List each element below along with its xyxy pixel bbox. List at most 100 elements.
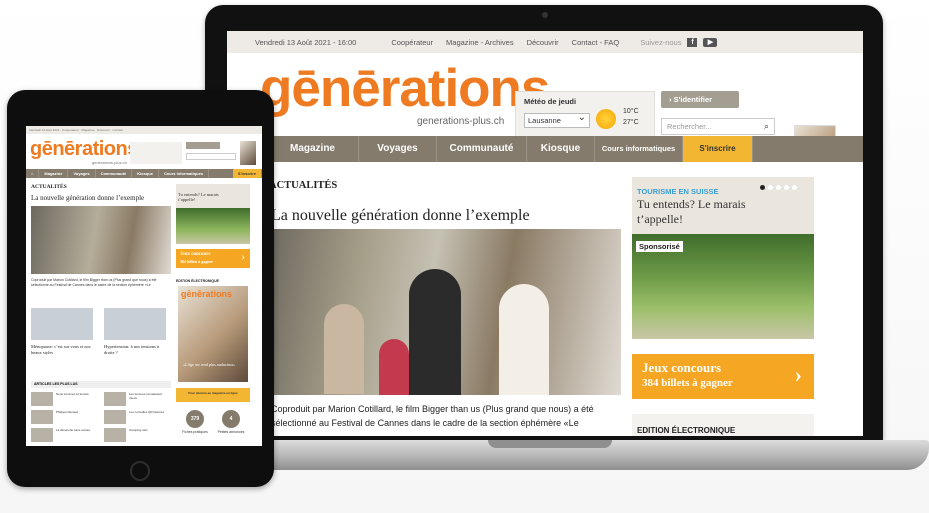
weather-widget: Météo de jeudi Lausanne 10°C 27°C (515, 91, 655, 141)
tablet-nav-kiosque[interactable]: Kiosque (132, 169, 159, 178)
tablet-article-excerpt: Coproduit par Marion Cotillard, le film … (31, 278, 157, 287)
carousel-dot[interactable] (784, 185, 789, 190)
nav-inscrire[interactable]: S'inscrire (683, 136, 753, 162)
person-figure (379, 339, 409, 395)
tablet-section-title: ACTUALITÉS (31, 184, 67, 190)
contest-banner[interactable]: Jeux concours 384 billets à gagner › (632, 354, 814, 399)
list-item[interactable]: Les femmes connaissent mieux (104, 392, 168, 408)
person-figure (409, 269, 461, 395)
tablet-card-caption[interactable]: Ménopause: c’est sur vous et nos beaux s… (31, 344, 93, 356)
search-input[interactable]: Rechercher... ⌕ (661, 118, 775, 135)
home-button-icon (130, 461, 150, 481)
most-read-header: ARTICLES LES PLUS LUS (31, 381, 171, 388)
city-select[interactable]: Lausanne (524, 111, 590, 128)
magazine-cover[interactable]: gēnērations «L’âge me rend plus audacieu… (178, 286, 248, 382)
main-content: ACTUALITÉS La nouvelle génération donne … (227, 162, 863, 436)
stat-label: Petites annonces (217, 430, 245, 434)
section-title: ACTUALITÉS (269, 180, 338, 191)
tablet-nav: ⌂ Magazine Voyages Communauté Kiosque Co… (26, 169, 262, 178)
article-excerpt: Coproduit par Marion Cotillard, le film … (271, 404, 594, 428)
person-figure (324, 304, 364, 394)
list-item[interactable]: Philippe Renaud (31, 410, 95, 426)
tablet-login-button[interactable] (186, 142, 220, 149)
list-item[interactable]: Camping-cars (104, 428, 168, 444)
tablet-nav-voyages[interactable]: Voyages (68, 169, 96, 178)
tablet-contest-banner[interactable]: Jeux concours 384 billets à gagner › (176, 249, 250, 268)
tablet-nav-cours[interactable]: Cours informatiques (159, 169, 210, 178)
contest-subtitle: 384 billets à gagner (642, 377, 733, 389)
stat-label: Fiches pratiques (182, 430, 208, 434)
weather-title: Météo de jeudi (524, 97, 577, 106)
list-item[interactable]: Nous sommes à l'écoute (31, 392, 95, 408)
article-photo[interactable] (269, 229, 621, 395)
topbar-link-archives[interactable]: Magazine - Archives (446, 38, 514, 47)
sponsored-label: Sponsorisé (636, 241, 683, 252)
tablet-nav-inscrire[interactable]: S'inscrire (232, 169, 262, 178)
temp-max: 27°C (623, 119, 639, 126)
cover-logo: gēnērations (181, 289, 233, 299)
contest-title: Jeux concours (642, 360, 722, 375)
home-icon[interactable]: ⌂ (26, 169, 40, 178)
sun-cloud-icon (596, 109, 616, 129)
tablet-nav-communaute[interactable]: Communauté (96, 169, 133, 178)
site-header: gēnērations generations-plus.ch Météo de… (227, 53, 863, 181)
tablet-contest-subtitle: 384 billets à gagner (180, 259, 213, 264)
topbar-link-decouvrir[interactable]: Découvrir (527, 38, 559, 47)
tablet-promo-title: Tu entends? Le marais t’appelle! (178, 192, 219, 202)
tablet-magazine-thumb[interactable] (240, 141, 256, 165)
promo-tag: TOURISME EN SUISSE (637, 187, 719, 196)
search-placeholder: Rechercher... (667, 122, 712, 131)
tablet-card-caption[interactable]: Hypertension: à nos tensions à droite ? (104, 344, 166, 356)
tablet-headline[interactable]: La nouvelle génération donne l’exemple (31, 194, 144, 202)
person-figure (499, 284, 549, 395)
tablet-top-bar: Vendredi 13 Août 2021 · Coopérateur · Ma… (26, 126, 262, 134)
tablet-promo-photo (176, 208, 250, 244)
tablet-weather-widget (130, 142, 182, 164)
follow-label: Suivez-nous (640, 37, 682, 47)
tablet-card-photo[interactable] (31, 308, 93, 340)
nav-cours[interactable]: Cours informatiques (595, 136, 683, 162)
subscribe-button[interactable]: Pour abonné au magazine en ligne (176, 388, 250, 402)
tablet-logo-subtitle: generations-plus.ch (92, 160, 127, 165)
site-logo[interactable]: gēnērations (260, 59, 550, 119)
top-bar: Vendredi 13 Août 2021 - 16:00 Coopérateu… (227, 31, 863, 53)
topbar-link-cooperateur[interactable]: Coopérateur (391, 38, 433, 47)
carousel-dot[interactable] (760, 185, 765, 190)
nav-communaute[interactable]: Communauté (437, 136, 527, 162)
edition-label: EDITION ÉLECTRONIQUE (637, 426, 736, 435)
article-headline[interactable]: La nouvelle génération donne l’exemple (271, 207, 530, 225)
carousel-dot[interactable] (776, 185, 781, 190)
site-logo-subtitle: generations-plus.ch (417, 116, 505, 127)
topbar-link-contact[interactable]: Contact - FAQ (572, 38, 620, 47)
facebook-icon[interactable]: f (687, 37, 698, 47)
tablet-search-input[interactable] (186, 153, 236, 160)
search-icon[interactable]: ⌕ (764, 119, 769, 134)
tablet-promo-card[interactable]: Tu entends? Le marais t’appelle! (176, 184, 250, 244)
tablet-edition-label: EDITION ÉLECTRONIQUE (176, 279, 219, 283)
youtube-icon[interactable]: ▶ (703, 37, 718, 47)
carousel-dot[interactable] (792, 185, 797, 190)
promo-card[interactable]: TOURISME EN SUISSE Tu entends? Le marais… (632, 177, 814, 339)
chevron-right-icon: › (241, 252, 245, 263)
tablet-logo[interactable]: gēnērations (30, 138, 138, 161)
login-button[interactable]: › S'identifier (661, 91, 739, 108)
carousel-dot[interactable] (768, 185, 773, 190)
tablet-article-photo[interactable] (31, 206, 171, 274)
tablet-card-photo[interactable] (104, 308, 166, 340)
devices-mockup: Vendredi 13 Août 2021 - 16:00 Coopérateu… (0, 0, 929, 513)
nav-magazine[interactable]: Magazine (267, 136, 359, 162)
temp-min: 10°C (623, 108, 639, 115)
tablet-screen: Vendredi 13 Août 2021 · Coopérateur · Ma… (26, 126, 262, 446)
list-item[interactable]: Les nouvelles QR factures (104, 410, 168, 426)
list-item[interactable]: La dimanche sans voiture (31, 428, 95, 444)
main-nav: ⌂ Magazine Voyages Communauté Kiosque Co… (227, 136, 863, 162)
nav-voyages[interactable]: Voyages (359, 136, 437, 162)
stat-badge[interactable]: 379 (186, 410, 204, 428)
tablet-nav-magazine[interactable]: Magazine (39, 169, 69, 178)
promo-title: Tu entends? Le marais t’appelle! (637, 197, 746, 226)
nav-kiosque[interactable]: Kiosque (527, 136, 595, 162)
carousel-dots[interactable] (760, 185, 797, 190)
stat-badge[interactable]: 4 (222, 410, 240, 428)
sidebar: TOURISME EN SUISSE Tu entends? Le marais… (632, 177, 814, 436)
edition-block: EDITION ÉLECTRONIQUE (632, 414, 814, 436)
